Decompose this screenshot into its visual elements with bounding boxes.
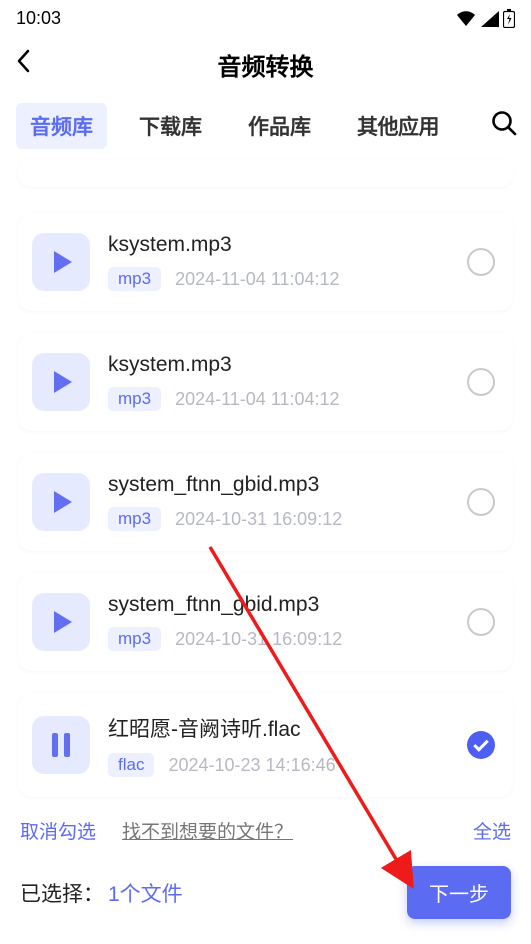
file-name: system_ftnn_gbid.mp3 bbox=[108, 473, 467, 497]
file-list: ksystem.mp3 mp3 2024-11-04 11:04:12 ksys… bbox=[0, 187, 531, 797]
back-button[interactable] bbox=[16, 49, 46, 80]
pause-button[interactable] bbox=[32, 716, 90, 774]
file-timestamp: 2024-10-23 14:16:46 bbox=[168, 755, 335, 776]
list-item[interactable]: ksystem.mp3 mp3 2024-11-04 11:04:12 bbox=[18, 213, 513, 311]
ext-badge: mp3 bbox=[108, 507, 161, 531]
play-button[interactable] bbox=[32, 353, 90, 411]
next-button[interactable]: 下一步 bbox=[407, 866, 511, 919]
status-time: 10:03 bbox=[16, 8, 61, 29]
tab-download-library[interactable]: 下载库 bbox=[125, 103, 216, 149]
ext-badge: mp3 bbox=[108, 387, 161, 411]
selected-label: 已选择： bbox=[20, 878, 104, 908]
list-item[interactable]: 红昭愿-音阙诗听.flac flac 2024-10-23 14:16:46 bbox=[18, 693, 513, 797]
chevron-left-icon bbox=[16, 49, 30, 73]
list-item[interactable]: system_ftnn_gbid.mp3 mp3 2024-10-31 16:0… bbox=[18, 573, 513, 671]
file-name: ksystem.mp3 bbox=[108, 353, 467, 377]
file-name: ksystem.mp3 bbox=[108, 233, 467, 257]
select-checkbox[interactable] bbox=[467, 248, 495, 276]
ext-badge: flac bbox=[108, 753, 154, 777]
select-checkbox[interactable] bbox=[467, 608, 495, 636]
file-meta: 红昭愿-音阙诗听.flac flac 2024-10-23 14:16:46 bbox=[108, 713, 467, 777]
play-button[interactable] bbox=[32, 233, 90, 291]
list-item[interactable]: system_ftnn_gbid.mp3 mp3 2024-10-31 16:0… bbox=[18, 453, 513, 551]
search-button[interactable] bbox=[491, 110, 523, 143]
bottom-links: 取消勾选 找不到想要的文件？ 全选 bbox=[0, 797, 531, 854]
file-meta: system_ftnn_gbid.mp3 mp3 2024-10-31 16:0… bbox=[108, 473, 467, 531]
header: 音频转换 bbox=[0, 35, 531, 97]
file-timestamp: 2024-10-31 16:09:12 bbox=[175, 509, 342, 530]
select-all-link[interactable]: 全选 bbox=[473, 817, 511, 844]
signal-icon bbox=[481, 11, 499, 27]
play-button[interactable] bbox=[32, 473, 90, 531]
file-meta: system_ftnn_gbid.mp3 mp3 2024-10-31 16:0… bbox=[108, 593, 467, 651]
file-timestamp: 2024-10-31 16:09:12 bbox=[175, 629, 342, 650]
list-top-spacer bbox=[18, 159, 513, 187]
list-item[interactable]: ksystem.mp3 mp3 2024-11-04 11:04:12 bbox=[18, 333, 513, 431]
status-icons bbox=[455, 9, 515, 28]
play-icon bbox=[54, 611, 72, 633]
tab-works-library[interactable]: 作品库 bbox=[234, 103, 325, 149]
footer: 已选择： 1个文件 下一步 bbox=[0, 854, 531, 937]
file-meta: ksystem.mp3 mp3 2024-11-04 11:04:12 bbox=[108, 233, 467, 291]
tabs: 音频库 下载库 作品库 其他应用 bbox=[0, 97, 531, 149]
file-timestamp: 2024-11-04 11:04:12 bbox=[175, 269, 339, 290]
file-timestamp: 2024-11-04 11:04:12 bbox=[175, 389, 339, 410]
tab-other-apps[interactable]: 其他应用 bbox=[343, 103, 453, 149]
ext-badge: mp3 bbox=[108, 267, 161, 291]
play-button[interactable] bbox=[32, 593, 90, 651]
play-icon bbox=[54, 371, 72, 393]
file-name: 红昭愿-音阙诗听.flac bbox=[108, 713, 467, 743]
check-icon bbox=[473, 736, 489, 752]
tab-audio-library[interactable]: 音频库 bbox=[16, 103, 107, 149]
pause-icon bbox=[52, 733, 70, 757]
play-icon bbox=[54, 251, 72, 273]
select-checkbox[interactable] bbox=[467, 368, 495, 396]
wifi-icon bbox=[455, 11, 477, 27]
select-checkbox[interactable] bbox=[467, 488, 495, 516]
help-link[interactable]: 找不到想要的文件？ bbox=[122, 817, 293, 844]
file-name: system_ftnn_gbid.mp3 bbox=[108, 593, 467, 617]
select-checkbox[interactable] bbox=[467, 731, 495, 759]
selected-count: 1个文件 bbox=[108, 878, 183, 908]
ext-badge: mp3 bbox=[108, 627, 161, 651]
file-meta: ksystem.mp3 mp3 2024-11-04 11:04:12 bbox=[108, 353, 467, 411]
play-icon bbox=[54, 491, 72, 513]
search-icon bbox=[491, 110, 517, 136]
status-bar: 10:03 bbox=[0, 0, 531, 35]
deselect-link[interactable]: 取消勾选 bbox=[20, 817, 96, 844]
battery-icon bbox=[503, 9, 515, 28]
page-title: 音频转换 bbox=[218, 47, 314, 82]
